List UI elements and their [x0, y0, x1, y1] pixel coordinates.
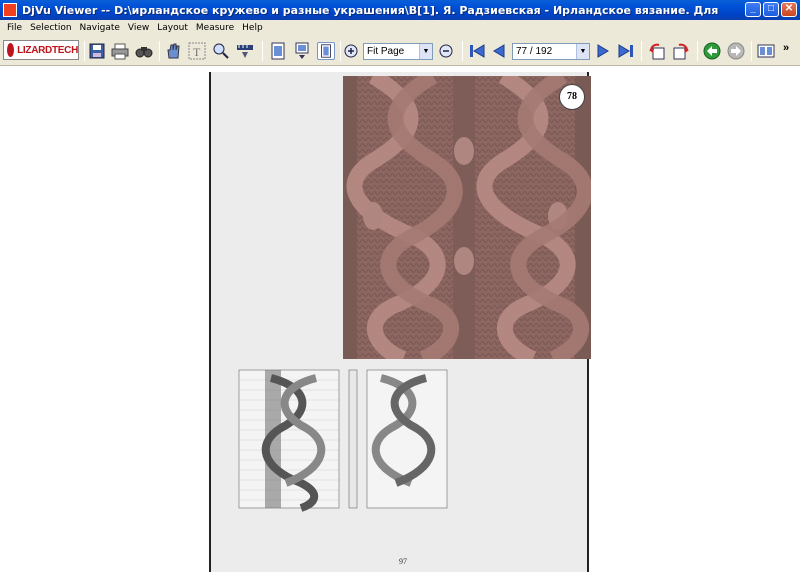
- knitting-chart-diagram: [238, 369, 448, 512]
- knitting-pattern-photo: 78: [343, 76, 591, 359]
- cable-knit-image: [343, 76, 591, 359]
- menu-layout[interactable]: Layout: [153, 23, 192, 33]
- menu-help[interactable]: Help: [238, 23, 267, 33]
- chevron-down-icon[interactable]: ▼: [419, 44, 432, 59]
- page-select[interactable]: 77 / 192 ▼: [512, 43, 590, 60]
- toolbar-separator: [751, 41, 752, 61]
- chevron-down-icon[interactable]: ▼: [576, 44, 589, 59]
- forward-icon[interactable]: [727, 42, 745, 60]
- toolbar-separator: [641, 41, 642, 61]
- logo-text: LIZARDTECH: [17, 44, 78, 56]
- menu-selection[interactable]: Selection: [26, 23, 75, 33]
- minimize-button[interactable]: _: [745, 2, 761, 17]
- pattern-number-badge: 78: [559, 84, 585, 110]
- menu-file[interactable]: File: [3, 23, 26, 33]
- maximize-button[interactable]: □: [763, 2, 779, 17]
- close-button[interactable]: ✕: [781, 2, 797, 17]
- document-viewer[interactable]: 78 97: [0, 67, 800, 576]
- document-page: 78 97: [209, 72, 591, 572]
- prev-page-icon[interactable]: [490, 42, 508, 60]
- save-icon[interactable]: [88, 42, 106, 60]
- toolbar-separator: [462, 41, 463, 61]
- zoom-out-icon[interactable]: [439, 44, 453, 58]
- back-icon[interactable]: [703, 42, 721, 60]
- svg-text:T: T: [193, 45, 201, 59]
- rotate-left-icon[interactable]: [648, 42, 666, 60]
- zoom-select[interactable]: Fit Page ▼: [363, 43, 433, 60]
- toolbar-separator: [159, 41, 160, 61]
- menu-measure[interactable]: Measure: [192, 23, 238, 33]
- zoom-value: Fit Page: [367, 46, 405, 57]
- toolbar-overflow-button[interactable]: »: [783, 42, 789, 54]
- toolbar: LIZARDTECH T Fit Page ▼ 77 / 192 ▼ »: [0, 35, 800, 66]
- next-page-icon[interactable]: [594, 42, 612, 60]
- measure-icon[interactable]: [236, 42, 254, 60]
- continuous-icon[interactable]: [293, 42, 311, 60]
- toolbar-separator: [340, 41, 341, 61]
- djvu-app-icon[interactable]: [3, 3, 17, 17]
- thumbnails-icon[interactable]: [757, 42, 775, 60]
- page-number: 97: [399, 557, 407, 566]
- hand-icon[interactable]: [164, 42, 182, 60]
- lizardtech-logo-icon: [7, 43, 15, 57]
- print-icon[interactable]: [111, 42, 129, 60]
- find-icon[interactable]: [135, 42, 153, 60]
- toolbar-separator: [262, 41, 263, 61]
- menu-bar: File Selection Navigate View Layout Meas…: [0, 20, 800, 35]
- zoom-in-icon[interactable]: [344, 44, 358, 58]
- rotate-right-icon[interactable]: [672, 42, 690, 60]
- toolbar-separator: [697, 41, 698, 61]
- facing-icon[interactable]: [317, 42, 335, 60]
- page-value: 77 / 192: [516, 46, 553, 57]
- window-title: DjVu Viewer -- D:\ирландское кружево и р…: [22, 3, 722, 17]
- last-page-icon[interactable]: [617, 42, 635, 60]
- title-bar[interactable]: DjVu Viewer -- D:\ирландское кружево и р…: [0, 0, 800, 20]
- text-select-icon[interactable]: T: [188, 42, 206, 60]
- menu-view[interactable]: View: [124, 23, 153, 33]
- first-page-icon[interactable]: [468, 42, 486, 60]
- zoom-icon[interactable]: [212, 42, 230, 60]
- menu-navigate[interactable]: Navigate: [76, 23, 124, 33]
- lizardtech-logo[interactable]: LIZARDTECH: [3, 40, 79, 60]
- single-page-icon[interactable]: [269, 42, 287, 60]
- toolbar-separator: [84, 41, 85, 61]
